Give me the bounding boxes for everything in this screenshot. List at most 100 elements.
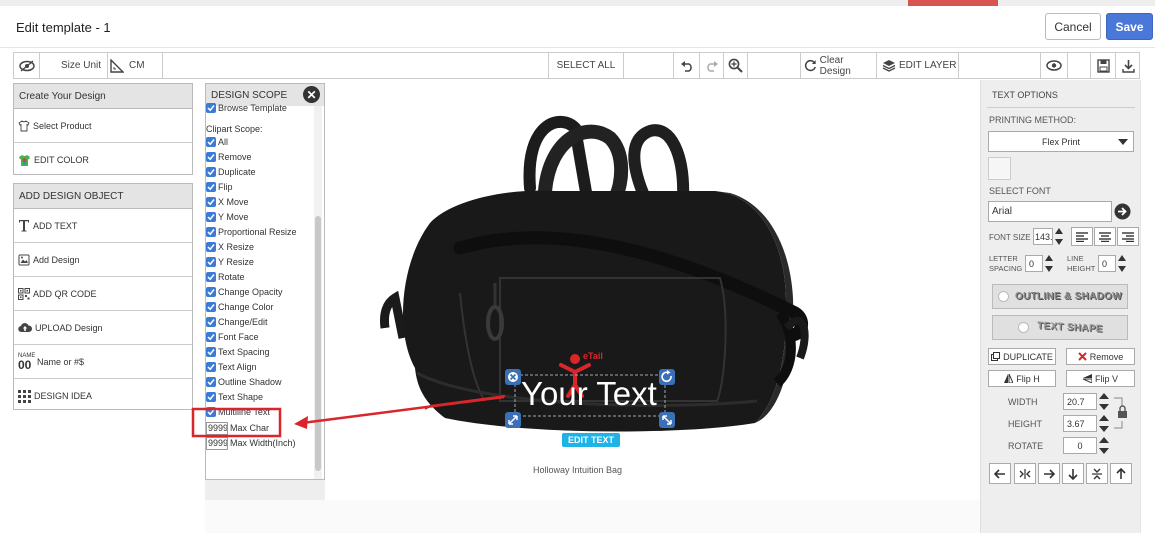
scope-checkbox[interactable]: Change Opacity	[206, 285, 283, 299]
scope-checkbox[interactable]: Y Resize	[206, 255, 254, 269]
preview-button[interactable]	[1041, 53, 1068, 78]
design-text[interactable]: Your Text	[521, 376, 657, 412]
caret-up-icon[interactable]	[1099, 437, 1109, 443]
font-select[interactable]: Arial	[988, 201, 1112, 222]
scope-checkbox[interactable]: Change Color	[206, 300, 274, 314]
align-left-button[interactable]	[1071, 227, 1093, 246]
scope-checkbox[interactable]: Proportional Resize	[206, 225, 297, 239]
font-size-stepper[interactable]: 143.	[1033, 228, 1065, 245]
width-value[interactable]: 20.7	[1063, 393, 1097, 410]
flip-h-button[interactable]: Flip H	[988, 370, 1056, 387]
letter-spacing-value[interactable]: 0	[1025, 255, 1043, 272]
caret-up-icon[interactable]	[1055, 228, 1063, 234]
add-qr-code-button[interactable]: ADD QR CODE	[14, 277, 192, 311]
caret-down-icon[interactable]	[1055, 239, 1063, 245]
caret-up-icon[interactable]	[1118, 255, 1126, 261]
scope-checkbox[interactable]: Text Spacing	[206, 345, 270, 359]
clear-design-button[interactable]: Clear Design	[801, 53, 877, 78]
duplicate-button[interactable]: DUPLICATE	[988, 348, 1056, 365]
scope-checkbox[interactable]: Remove	[206, 150, 252, 164]
line-height-label-1: LINE	[1067, 254, 1084, 263]
move-right-button[interactable]	[1038, 463, 1060, 484]
stepper-arrows[interactable]	[1099, 393, 1109, 410]
scope-checkbox[interactable]: X Resize	[206, 240, 254, 254]
line-height-value[interactable]: 0	[1098, 255, 1116, 272]
font-size-value[interactable]: 143.	[1033, 228, 1053, 245]
stepper-arrows[interactable]	[1099, 415, 1109, 432]
remove-button[interactable]: Remove	[1066, 348, 1135, 365]
redo-button[interactable]	[700, 53, 724, 78]
preview-toggle[interactable]	[14, 53, 40, 78]
save-button[interactable]: Save	[1106, 13, 1153, 40]
stepper-arrows[interactable]	[1045, 255, 1055, 272]
edit-text-button[interactable]: EDIT TEXT	[562, 433, 620, 447]
printing-method-select[interactable]: Flex Print	[988, 131, 1134, 152]
scope-checkbox[interactable]: Duplicate	[206, 165, 256, 179]
add-text-button[interactable]: ADD TEXT	[14, 209, 192, 243]
unit-select[interactable]: CM	[108, 53, 163, 78]
center-horizontal-button[interactable]	[1014, 463, 1036, 484]
rotate-value[interactable]: 0	[1063, 437, 1097, 454]
width-stepper[interactable]: 20.7	[1063, 393, 1109, 410]
center-vertical-button[interactable]	[1086, 463, 1108, 484]
rotate-handle[interactable]	[659, 369, 675, 385]
lock-ratio-icon[interactable]	[1114, 397, 1128, 429]
edit-color-button[interactable]: EDIT COLOR	[14, 143, 192, 177]
scope-checkbox-label: Y Resize	[218, 257, 254, 267]
upload-design-button[interactable]: UPLOAD Design	[14, 311, 192, 345]
scope-checkbox[interactable]: Font Face	[206, 330, 259, 344]
text-shape-button[interactable]: TEXT SHAPE	[992, 315, 1128, 340]
stepper-arrows[interactable]	[1099, 437, 1109, 454]
delete-handle[interactable]	[505, 369, 521, 385]
align-right-button[interactable]	[1117, 227, 1139, 246]
line-height-stepper[interactable]: 0	[1098, 255, 1128, 272]
move-down-button[interactable]	[1062, 463, 1084, 484]
caret-up-icon[interactable]	[1099, 415, 1109, 421]
page-scrollbar[interactable]	[1140, 80, 1155, 533]
scope-checkbox[interactable]: Rotate	[206, 270, 245, 284]
scope-checkbox[interactable]: X Move	[206, 195, 249, 209]
move-left-button[interactable]	[989, 463, 1011, 484]
design-idea-button[interactable]: DESIGN IDEA	[14, 379, 192, 413]
caret-down-icon[interactable]	[1099, 404, 1109, 410]
caret-up-icon[interactable]	[1045, 255, 1053, 261]
color-swatch[interactable]	[988, 157, 1011, 180]
cancel-button[interactable]: Cancel	[1045, 13, 1101, 40]
name-number-button[interactable]: NAME 00 Name or #$	[14, 345, 192, 379]
save-design-button[interactable]	[1091, 53, 1116, 78]
scope-checkbox[interactable]: Text Align	[206, 360, 257, 374]
caret-down-icon[interactable]	[1118, 266, 1126, 272]
select-all-button[interactable]: SELECT ALL	[549, 53, 624, 78]
scope-checkbox-label: Proportional Resize	[218, 227, 297, 237]
align-center-button[interactable]	[1094, 227, 1116, 246]
flip-v-button[interactable]: Flip V	[1066, 370, 1135, 387]
outline-shadow-button[interactable]: OUTLINE & SHADOW	[992, 284, 1128, 309]
height-value[interactable]: 3.67	[1063, 415, 1097, 432]
height-stepper[interactable]: 3.67	[1063, 415, 1109, 432]
stepper-arrows[interactable]	[1118, 255, 1128, 272]
close-icon[interactable]: ✕	[303, 86, 320, 103]
scope-checkbox[interactable]: Change/Edit	[206, 315, 268, 329]
undo-button[interactable]	[674, 53, 700, 78]
move-up-button[interactable]	[1110, 463, 1132, 484]
caret-up-icon[interactable]	[1099, 393, 1109, 399]
edit-layer-button[interactable]: EDIT LAYER	[877, 53, 959, 78]
design-canvas[interactable]: eTail Your Text EDIT TEXT Holloway Intui…	[325, 83, 980, 533]
scope-checkbox[interactable]: Flip	[206, 180, 233, 194]
scope-checkbox[interactable]: Y Move	[206, 210, 248, 224]
add-design-button[interactable]: Add Design	[14, 243, 192, 277]
checkbox-checked-icon	[206, 227, 216, 237]
zoom-button[interactable]	[724, 53, 748, 78]
select-product-button[interactable]: Select Product	[14, 109, 192, 143]
download-button[interactable]	[1116, 53, 1140, 78]
caret-down-icon[interactable]	[1045, 266, 1053, 272]
letter-spacing-stepper[interactable]: 0	[1025, 255, 1055, 272]
scope-checkbox[interactable]: All	[206, 135, 228, 149]
resize-handle-right[interactable]	[659, 412, 675, 428]
caret-down-icon[interactable]	[1099, 426, 1109, 432]
rotate-stepper[interactable]: 0	[1063, 437, 1109, 454]
stepper-arrows[interactable]	[1055, 228, 1065, 245]
caret-down-icon[interactable]	[1099, 448, 1109, 454]
arrow-circle-right-icon[interactable]	[1114, 203, 1131, 220]
browse-template-checkbox[interactable]: Browse Template	[206, 101, 287, 115]
